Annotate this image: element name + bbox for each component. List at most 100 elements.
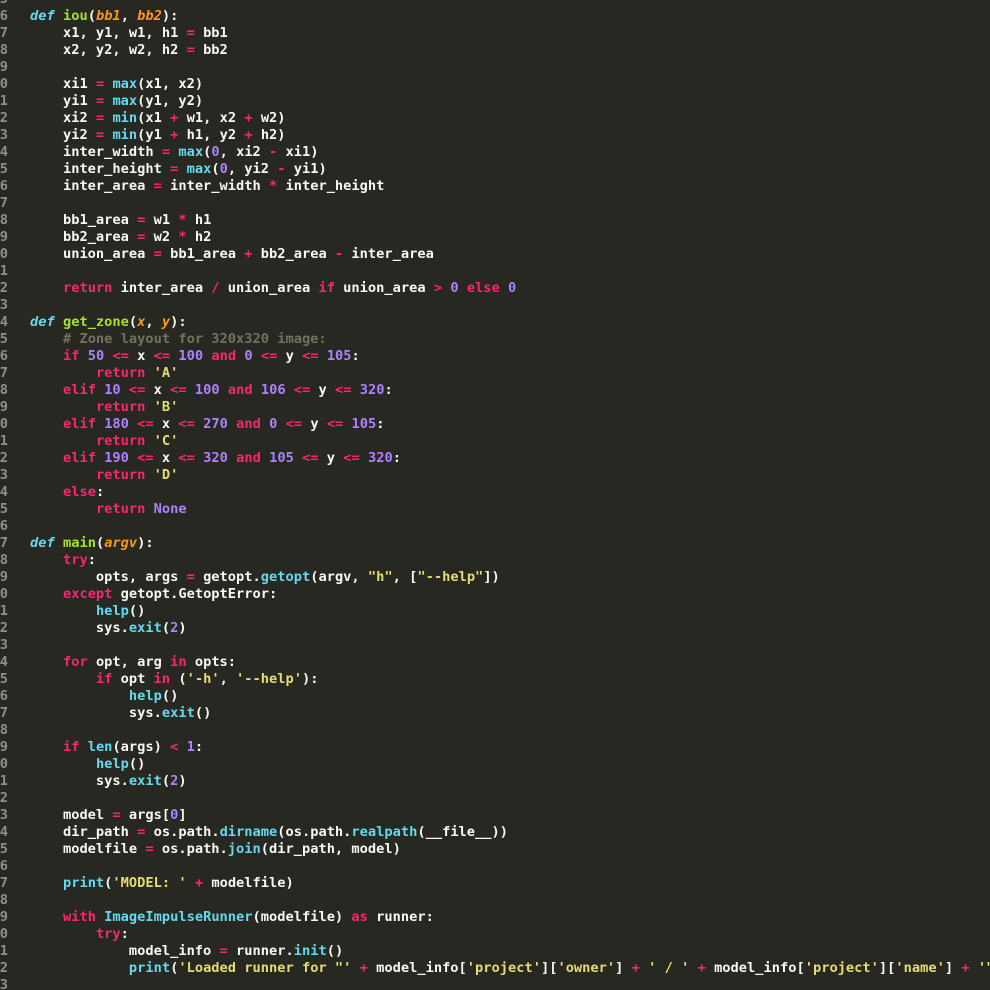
code-line[interactable]: return None (30, 501, 187, 518)
code-token: 'MODEL: ' (112, 875, 187, 891)
code-line[interactable]: opts, args = getopt.getopt(argv, "h", ["… (30, 569, 500, 586)
code-line[interactable]: xi1 = max(x1, x2) (30, 76, 203, 93)
line-number: 9 (0, 399, 8, 415)
code-line[interactable]: return 'D' (30, 467, 178, 484)
code-area[interactable]: def iou(bb1, bb2): x1, y1, w1, h1 = bb1 … (30, 0, 990, 990)
code-token: + (244, 127, 253, 143)
code-token: h1 (186, 212, 212, 228)
code-line[interactable]: with ImageImpulseRunner(modelfile) as ru… (30, 909, 434, 926)
code-line[interactable]: elif 190 <= x <= 320 and 105 <= y <= 320… (30, 450, 401, 467)
code-token: except (62, 586, 113, 602)
code-line[interactable]: try: (30, 926, 129, 943)
code-line[interactable]: return inter_area / union_area if union_… (30, 280, 516, 297)
code-line[interactable]: print('MODEL: ' + modelfile) (30, 875, 294, 892)
code-token: + (244, 246, 253, 262)
code-token: * (269, 178, 278, 194)
code-line[interactable]: elif 10 <= x <= 100 and 106 <= y <= 320: (30, 382, 393, 399)
code-token: : (384, 382, 393, 398)
code-line[interactable]: modelfile = os.path.join(dir_path, model… (30, 841, 401, 858)
code-line[interactable]: def main(argv): (30, 535, 154, 552)
code-token: * (178, 229, 187, 245)
code-token: return (95, 501, 146, 517)
code-token: yi1 (30, 93, 96, 109)
code-line[interactable]: dir_path = os.path.dirname(os.path.realp… (30, 824, 508, 841)
code-line[interactable]: model_info = runner.init() (30, 943, 343, 960)
code-line[interactable]: inter_area = inter_width * inter_height (30, 178, 384, 195)
code-line[interactable]: xi2 = min(x1 + w1, x2 + w2) (30, 110, 286, 127)
code-token: + (194, 875, 204, 891)
code-line[interactable]: help() (30, 603, 145, 620)
code-token: = (186, 25, 195, 41)
code-token: ): (301, 671, 319, 687)
code-token: 'C' (153, 433, 179, 449)
code-line[interactable]: try: (30, 552, 96, 569)
code-line[interactable]: inter_height = max(0, yi2 - yi1) (30, 161, 327, 178)
code-token: model_info[ (705, 960, 805, 976)
code-token: union_area (334, 280, 434, 296)
code-line[interactable]: inter_width = max(0, xi2 - xi1) (30, 144, 319, 161)
code-line[interactable]: if len(args) < 1: (30, 739, 203, 756)
code-line[interactable]: return 'C' (30, 433, 178, 450)
code-token: , (120, 8, 138, 24)
code-line[interactable]: sys.exit(2) (30, 773, 187, 790)
code-line[interactable]: if opt in ('-h', '--help'): (30, 671, 319, 688)
code-token: 106 (260, 382, 286, 398)
code-line[interactable]: bb2_area = w2 * h2 (30, 229, 211, 246)
code-line[interactable]: # Zone layout for 320x320 image: (30, 331, 327, 348)
code-line[interactable]: def iou(bb1, bb2): (30, 8, 178, 25)
code-line[interactable]: except getopt.GetoptError: (30, 586, 277, 603)
code-token: h1, y2 (178, 127, 245, 143)
code-line[interactable]: union_area = bb1_area + bb2_area - inter… (30, 246, 434, 263)
code-token: args[ (120, 807, 171, 823)
line-number-gutter: 5678901234567890123456789012345678901234… (0, 0, 8, 990)
code-line[interactable]: print('Loaded runner for "' + model_info… (30, 960, 990, 977)
code-token: "h" (367, 569, 393, 585)
code-token: + (961, 960, 970, 976)
line-number: 3 (0, 977, 8, 990)
code-line[interactable]: if 50 <= x <= 100 and 0 <= y <= 105: (30, 348, 360, 365)
code-line[interactable]: return 'B' (30, 399, 178, 416)
code-token: opt, arg (87, 654, 171, 670)
code-token: return (95, 433, 146, 449)
code-line[interactable]: sys.exit(2) (30, 620, 187, 637)
code-line[interactable]: help() (30, 756, 145, 773)
code-token: , yi2 (227, 161, 278, 177)
code-line[interactable]: sys.exit() (30, 705, 211, 722)
code-line[interactable]: return 'A' (30, 365, 178, 382)
code-line[interactable]: elif 180 <= x <= 270 and 0 <= y <= 105: (30, 416, 385, 433)
code-editor[interactable]: 5678901234567890123456789012345678901234… (0, 0, 990, 990)
code-line[interactable]: x1, y1, w1, h1 = bb1 (30, 25, 228, 42)
code-token: = (95, 110, 105, 126)
code-token: , xi2 (219, 144, 270, 160)
code-token: bb2 (137, 8, 162, 24)
code-line[interactable]: model = args[0] (30, 807, 187, 824)
code-token: <= (137, 416, 154, 432)
code-token: dir_path (30, 824, 138, 840)
code-line[interactable]: yi2 = min(y1 + h1, y2 + h2) (30, 127, 286, 144)
code-token: ): (161, 8, 179, 24)
code-token: = (161, 144, 171, 160)
code-line[interactable]: yi1 = max(y1, y2) (30, 93, 203, 110)
code-line[interactable]: for opt, arg in opts: (30, 654, 236, 671)
code-token: h2) (252, 127, 286, 143)
code-line[interactable]: bb1_area = w1 * h1 (30, 212, 211, 229)
code-token: 1 (186, 739, 195, 755)
code-line[interactable]: help() (30, 688, 178, 705)
code-token: 105 (351, 416, 377, 432)
code-line[interactable]: else: (30, 484, 104, 501)
code-line[interactable]: x2, y2, w2, h2 = bb2 (30, 42, 228, 59)
code-line[interactable]: def get_zone(x, y): (30, 314, 187, 331)
code-token: ): (170, 314, 187, 330)
code-token: ] (944, 960, 962, 976)
